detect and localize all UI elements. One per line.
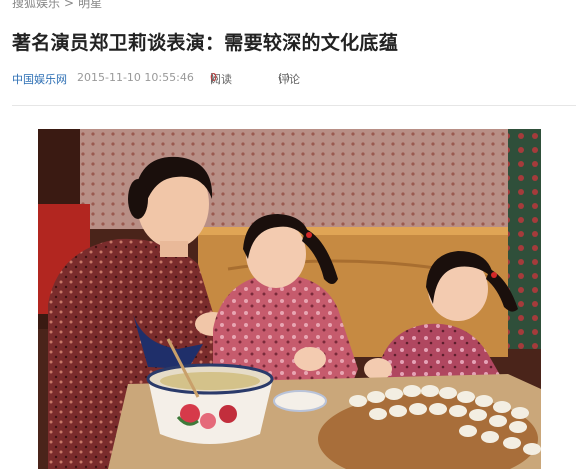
article-photo [38, 129, 541, 469]
publish-time: 2015-11-10 10:55:46 [77, 71, 194, 84]
source-link[interactable]: 中国娱乐网 [12, 71, 67, 87]
breadcrumb-link-stars[interactable]: 明星 [78, 0, 102, 10]
meta-divider [12, 105, 576, 106]
read-close-paren: ) [210, 71, 215, 84]
article-title: 著名演员郑卫莉谈表演：需要较深的文化底蕴 [12, 32, 399, 54]
breadcrumb: 搜狐娱乐 > 明星 [12, 0, 102, 11]
comment-count: ( ) [278, 71, 291, 84]
breadcrumb-separator: > [64, 0, 75, 10]
breadcrumb-link-entertainment[interactable]: 搜狐娱乐 [12, 0, 60, 10]
